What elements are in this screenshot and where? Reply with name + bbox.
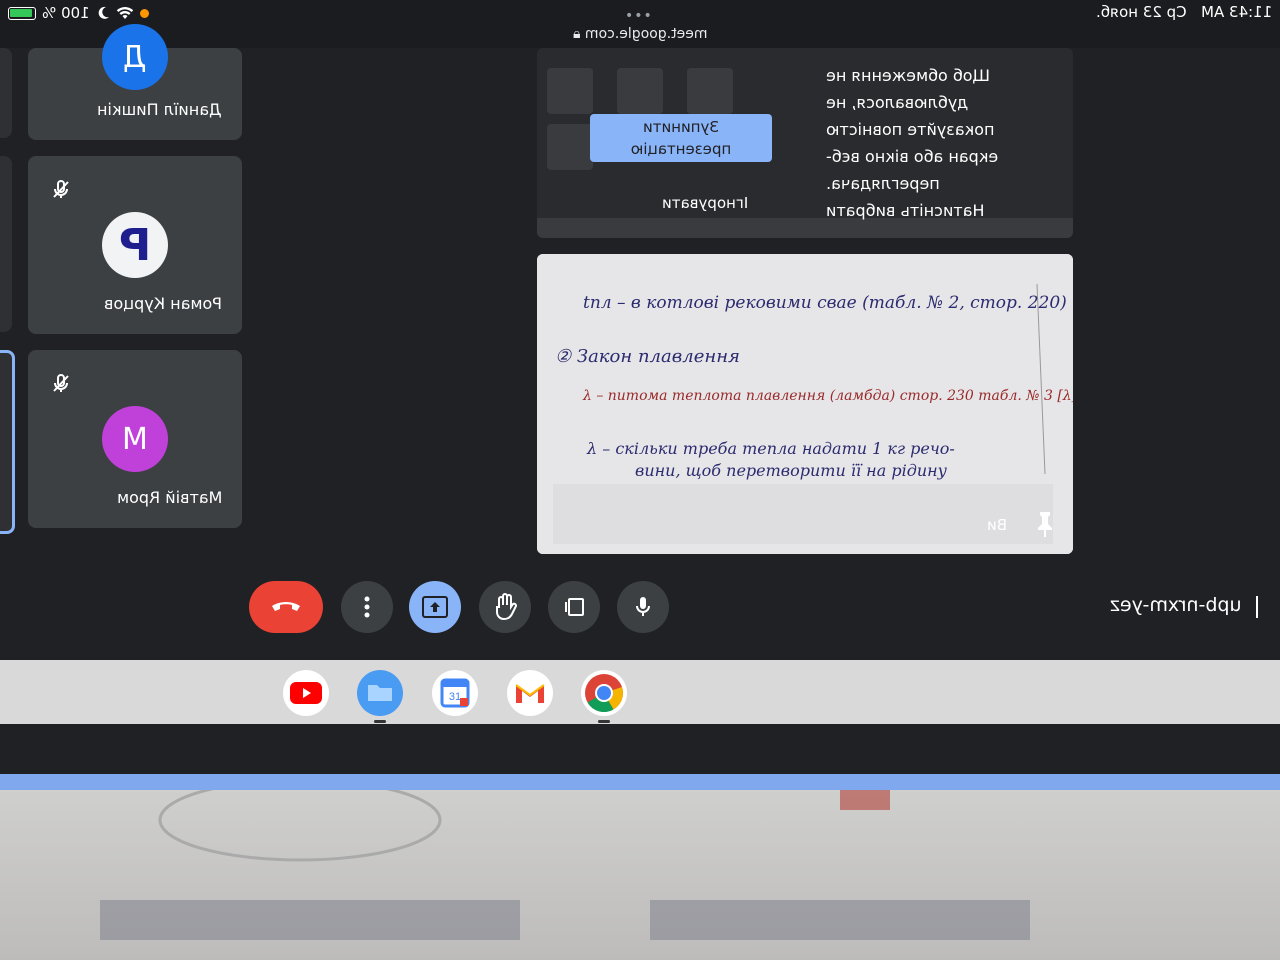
meeting-code: upb-nrxm-yez — [1110, 594, 1258, 618]
present-to-all-icon — [422, 596, 448, 618]
stop-presenting-button[interactable]: Зупинити презентацію — [590, 114, 772, 162]
side-tile-edge — [0, 48, 12, 138]
screen-rotation-icon — [565, 598, 584, 616]
participant-tile[interactable]: M Матвій Rром — [28, 350, 242, 528]
preview-thumbnail — [547, 124, 593, 170]
preview-thumbnail — [687, 68, 733, 114]
note-line: ② Закон плавлення — [555, 346, 740, 367]
gmail-icon[interactable] — [507, 670, 553, 716]
avatar: Р — [102, 212, 168, 278]
mic-off-icon — [53, 373, 69, 392]
moon-icon — [98, 6, 109, 19]
calendar-icon[interactable]: 31 — [432, 670, 478, 716]
dark-band — [0, 724, 1280, 774]
side-tile-edge — [0, 156, 12, 332]
status-right: Ср 23 нояб. 11:43 AM — [1096, 3, 1272, 21]
presenter-label: Ви — [987, 516, 1008, 534]
participant-tile[interactable]: Р Роман Курцов — [28, 156, 242, 334]
url-bar[interactable]: meet.google.com 🔒︎ — [0, 26, 1280, 42]
time-text: 11:43 AM — [1200, 3, 1272, 21]
blurred-paper — [100, 790, 1030, 940]
rotate-screen-button[interactable] — [548, 581, 600, 633]
running-indicator — [374, 720, 386, 723]
hand-icon — [496, 593, 517, 621]
lock-icon: 🔒︎ — [572, 26, 581, 42]
menu-dots-icon[interactable]: ••• — [625, 8, 653, 24]
mic-off-icon — [53, 179, 69, 198]
presentation-view[interactable]: tпл – в котлові рековими свае (табл. № 2… — [537, 254, 1073, 554]
avatar: Д — [102, 24, 168, 90]
app-shelf: 31 — [0, 660, 1280, 724]
preview-thumbnail — [547, 68, 593, 114]
note-line: λ – питома теплота плавлення (ламбда) ст… — [582, 388, 1073, 404]
note-line: вини, щоб перетворити її на рідину — [635, 461, 948, 480]
microphone-button[interactable] — [617, 581, 669, 633]
participant-name: Даниїл Пишкін — [97, 100, 222, 119]
mic-icon — [636, 597, 650, 616]
present-screen-button[interactable] — [409, 581, 461, 633]
more-vert-icon — [364, 596, 370, 618]
battery-icon — [8, 6, 36, 20]
blurred-background-notes — [0, 790, 1280, 960]
meet-area: Д Даниїл Пишкін Р Роман Курцов M Матвій … — [0, 24, 1280, 660]
files-icon[interactable] — [357, 670, 403, 723]
status-bar: 100 % ••• Ср 23 нояб. 11:43 AM meet.goog… — [0, 0, 1280, 48]
participant-name: Роман Курцов — [104, 294, 222, 313]
participant-tile[interactable]: Д Даниїл Пишкін — [28, 24, 242, 140]
battery-percent: 100 % — [42, 4, 90, 22]
date-text: Ср 23 нояб. — [1096, 3, 1187, 21]
side-tile-edge-active — [0, 350, 15, 534]
share-warning-text: Щоб обмеження не дублювалося, не показуй… — [826, 66, 999, 220]
handwritten-notes: tпл – в котлові рековими свае (табл. № 2… — [537, 254, 1073, 554]
raise-hand-button[interactable] — [479, 581, 531, 633]
pin-icon[interactable] — [1033, 510, 1057, 538]
ignore-button[interactable]: Ігнорувати — [662, 194, 748, 212]
running-indicator — [598, 720, 610, 723]
chrome-icon[interactable] — [581, 670, 627, 723]
preview-thumbnail — [617, 68, 663, 114]
svg-text:31: 31 — [449, 691, 461, 703]
blue-bar — [0, 774, 1280, 790]
phone-hangup-icon — [272, 602, 300, 611]
end-call-button[interactable] — [249, 581, 323, 633]
status-left: 100 % — [8, 3, 149, 23]
note-line: tпл – в котлові рековими свае (табл. № 2… — [583, 293, 1067, 313]
more-options-button[interactable] — [341, 581, 393, 633]
participant-name: Матвій Rром — [116, 488, 222, 507]
recording-dot — [139, 8, 149, 18]
avatar: M — [102, 406, 168, 472]
youtube-icon[interactable] — [283, 670, 329, 716]
note-line: λ – скільки треба тепла надати 1 кг речо… — [586, 439, 955, 458]
url-text: meet.google.com — [584, 26, 708, 42]
wifi-icon — [116, 7, 133, 19]
